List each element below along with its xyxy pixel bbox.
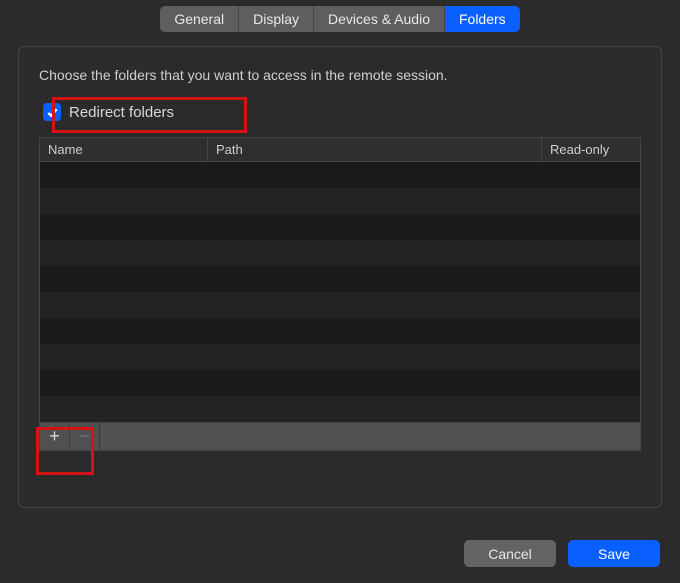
table-row[interactable] <box>40 396 640 422</box>
tab-folders[interactable]: Folders <box>445 6 520 32</box>
save-button[interactable]: Save <box>568 540 660 567</box>
redirect-folders-checkbox[interactable] <box>43 103 61 121</box>
table-header: Name Path Read-only <box>40 138 640 162</box>
tab-bar: General Display Devices & Audio Folders <box>0 0 680 32</box>
plus-icon: + <box>49 426 60 447</box>
column-header-path[interactable]: Path <box>208 138 542 161</box>
cancel-button[interactable]: Cancel <box>464 540 556 567</box>
folders-table: Name Path Read-only + <box>39 137 641 451</box>
minus-icon: − <box>79 426 90 447</box>
folders-panel: Choose the folders that you want to acce… <box>18 46 662 508</box>
table-row[interactable] <box>40 292 640 318</box>
remove-folder-button[interactable]: − <box>70 423 100 450</box>
redirect-folders-row[interactable]: Redirect folders <box>39 99 184 125</box>
table-row[interactable] <box>40 266 640 292</box>
table-footer: + − <box>40 422 640 450</box>
preferences-window: General Display Devices & Audio Folders … <box>0 0 680 583</box>
panel-description: Choose the folders that you want to acce… <box>39 67 641 83</box>
table-row[interactable] <box>40 162 640 188</box>
table-row[interactable] <box>40 188 640 214</box>
tab-devices-audio[interactable]: Devices & Audio <box>314 6 445 32</box>
redirect-folders-label: Redirect folders <box>69 104 174 121</box>
column-header-readonly[interactable]: Read-only <box>542 138 640 161</box>
tab-display[interactable]: Display <box>239 6 314 32</box>
table-row[interactable] <box>40 344 640 370</box>
table-row[interactable] <box>40 318 640 344</box>
table-row[interactable] <box>40 370 640 396</box>
tab-general[interactable]: General <box>160 6 239 32</box>
check-icon <box>46 106 59 119</box>
table-body[interactable] <box>40 162 640 422</box>
add-folder-button[interactable]: + <box>40 423 70 450</box>
table-row[interactable] <box>40 214 640 240</box>
dialog-actions: Cancel Save <box>464 540 660 567</box>
table-row[interactable] <box>40 240 640 266</box>
column-header-name[interactable]: Name <box>40 138 208 161</box>
